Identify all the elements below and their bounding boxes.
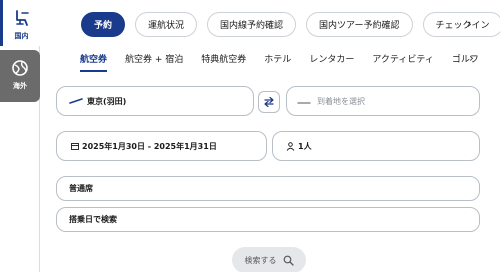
origin-field[interactable]: 東京(羽田)	[56, 86, 254, 116]
passengers-value: 1人	[298, 141, 312, 151]
person-icon	[286, 141, 295, 151]
side-tab-domestic[interactable]: 国内	[0, 0, 40, 46]
swap-button[interactable]	[258, 91, 280, 113]
tab-award-flights[interactable]: 特典航空券	[201, 52, 246, 72]
travel-dates-value: 2025年1月30日 - 2025年1月31日	[82, 141, 217, 151]
destination-field[interactable]: 到着地を選択	[286, 86, 480, 116]
search-icon	[283, 255, 294, 266]
tab-hotel[interactable]: ホテル	[264, 52, 291, 72]
product-tabs: 航空券 航空券 + 宿泊 特典航空券 ホテル レンタカー アクティビティ ゴルフ	[80, 52, 497, 72]
service-pills: 予約 運航状況 国内線予約確認 国内ツアー予約確認 チェックイン	[81, 12, 500, 38]
tab-flight-hotel[interactable]: 航空券 + 宿泊	[125, 52, 183, 72]
travel-dates-field[interactable]: 2025年1月30日 - 2025年1月31日	[56, 131, 267, 161]
side-tab-international[interactable]: 海外	[0, 50, 40, 102]
side-tab-international-label: 海外	[13, 82, 27, 90]
region-side-tabs: 国内 海外	[0, 0, 40, 272]
chevron-right-icon[interactable]: ›	[467, 17, 472, 31]
swap-arrows-icon	[263, 96, 275, 108]
search-button[interactable]: 検索する	[232, 247, 306, 272]
pill-reservation[interactable]: 予約	[81, 12, 126, 37]
seat-class-field[interactable]: 普通席	[56, 176, 480, 201]
search-button-label: 検索する	[244, 255, 277, 265]
departure-plane-icon	[69, 97, 83, 105]
chevron-right-icon[interactable]: ›	[469, 51, 474, 65]
side-tab-domestic-label: 国内	[14, 32, 29, 40]
seat-icon	[11, 7, 33, 29]
tab-flights[interactable]: 航空券	[80, 52, 108, 72]
arrival-plane-icon	[297, 97, 311, 105]
tab-activities[interactable]: アクティビティ	[372, 52, 433, 72]
pill-domestic-reservation-check[interactable]: 国内線予約確認	[207, 12, 297, 37]
search-by-field[interactable]: 搭乗日で検索	[56, 207, 480, 232]
origin-value: 東京(羽田)	[87, 96, 127, 106]
pill-domestic-tour-check[interactable]: 国内ツアー予約確認	[306, 12, 413, 37]
search-by-value: 搭乗日で検索	[69, 215, 117, 224]
passengers-field[interactable]: 1人	[272, 131, 480, 161]
tab-golf[interactable]: ゴルフ	[452, 52, 479, 72]
seat-class-value: 普通席	[69, 184, 93, 193]
destination-placeholder: 到着地を選択	[317, 96, 365, 106]
pill-checkin[interactable]: チェックイン	[422, 12, 500, 37]
calendar-icon	[71, 142, 79, 150]
globe-icon	[9, 57, 31, 79]
tab-rental-car[interactable]: レンタカー	[309, 52, 354, 72]
pill-flight-status[interactable]: 運航状況	[135, 12, 198, 37]
